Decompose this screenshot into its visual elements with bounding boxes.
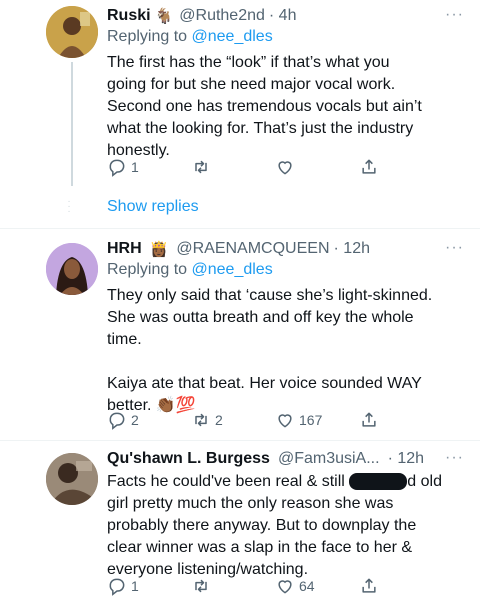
goat-emoji-icon: 🐐: [154, 8, 174, 25]
reply-icon: [109, 412, 125, 430]
handle[interactable]: @Fam3usiA...: [278, 450, 380, 468]
tweet-hrh[interactable]: HRH 👸🏾 @RAENAMCQUEEN · 12h ··· Replying …: [0, 229, 480, 439]
tweet-qushawn[interactable]: Qu'shawn L. Burgess @Fam3usiA... · 12h ·…: [0, 441, 480, 600]
tweet-text-line: probably there anyway. But to downplay t…: [107, 517, 417, 534]
avatar[interactable]: [46, 453, 98, 505]
like-button[interactable]: 167: [275, 410, 322, 430]
tweet-text-line: clear winner was a slap in the face to h…: [107, 539, 413, 556]
share-button[interactable]: [359, 157, 379, 177]
retweet-button[interactable]: 2: [191, 410, 223, 430]
redaction-mark: [349, 473, 408, 491]
like-button[interactable]: 64: [275, 576, 315, 596]
tweet-text-line: time.: [107, 331, 142, 348]
tweet-text-line: [107, 351, 454, 373]
display-name[interactable]: HRH: [107, 240, 142, 258]
reply-count: 1: [131, 159, 139, 175]
more-options-icon[interactable]: ···: [445, 239, 464, 257]
reply-button[interactable]: 1: [107, 576, 139, 596]
more-options-icon[interactable]: ···: [445, 449, 464, 467]
show-replies-link[interactable]: Show replies: [107, 198, 199, 216]
reply-icon: [109, 159, 125, 177]
avatar[interactable]: [46, 243, 98, 295]
timestamp[interactable]: · 12h: [334, 240, 370, 258]
tweet-text-line: going for but she need major vocal work.: [107, 76, 396, 93]
replying-to: Replying to @nee_dles: [107, 261, 273, 279]
reply-button[interactable]: 1: [107, 157, 139, 177]
tweet-text-line: girl pretty much the only reason she was: [107, 495, 394, 512]
replying-to-link[interactable]: @nee_dles: [192, 28, 273, 45]
tweet-text: They only said that ‘cause she’s light-s…: [107, 285, 454, 417]
display-name[interactable]: Qu'shawn L. Burgess: [107, 450, 270, 468]
share-icon: [362, 412, 376, 427]
more-options-icon[interactable]: ···: [445, 6, 464, 24]
retweet-count: 2: [215, 412, 223, 428]
retweet-icon: [195, 160, 207, 174]
retweet-icon: [195, 413, 207, 427]
retweet-button[interactable]: [191, 157, 211, 177]
share-icon: [362, 578, 376, 593]
replying-to-link[interactable]: @nee_dles: [192, 261, 273, 278]
like-count: 167: [299, 412, 323, 428]
tweet-text-line: what the looking for. That’s just the in…: [107, 120, 414, 137]
tweet-text-line: They only said that ‘cause she’s light-s…: [107, 287, 433, 304]
display-name[interactable]: Ruski: [107, 7, 151, 25]
tweet-text: The first has the “look” if that’s what …: [107, 52, 454, 162]
like-button[interactable]: [275, 157, 295, 177]
heart-icon: [278, 161, 292, 175]
tweet-text-line: Facts he could've been real & still d ol…: [107, 471, 450, 493]
timestamp[interactable]: · 4h: [269, 7, 297, 25]
princess-emoji-icon: 👸🏾: [149, 241, 169, 258]
tweet-text-segment: Facts he could've been real & still: [107, 473, 350, 490]
replying-to-label: Replying to: [107, 28, 192, 45]
reply-button[interactable]: 2: [107, 410, 139, 430]
tweet-text-line: Second one has tremendous vocals but ain…: [107, 98, 422, 115]
avatar-image: [46, 6, 98, 58]
thread-line: [71, 62, 73, 186]
retweet-icon: [195, 579, 207, 593]
reply-icon: [109, 578, 125, 596]
replying-to-label: Replying to: [107, 261, 192, 278]
avatar-image: [46, 243, 98, 295]
tweet-text-line: Kaiya ate that beat. Her voice sounded W…: [107, 375, 422, 392]
heart-icon: [278, 414, 292, 428]
like-count: 64: [299, 578, 315, 594]
avatar-image: [46, 453, 98, 505]
tweet-ruski[interactable]: Ruski 🐐 @Ruthe2nd · 4h ··· Replying to @…: [0, 0, 480, 228]
reply-count: 2: [131, 412, 139, 428]
share-button[interactable]: [359, 576, 379, 596]
thread-dots-icon: · · ·: [67, 196, 71, 217]
heart-icon: [278, 580, 292, 594]
tweet-header: HRH 👸🏾 @RAENAMCQUEEN · 12h: [107, 237, 466, 261]
retweet-button[interactable]: [191, 576, 211, 596]
replying-to: Replying to @nee_dles: [107, 28, 273, 46]
share-icon: [362, 159, 376, 174]
tweet-text-segment: d old: [407, 473, 442, 490]
share-button[interactable]: [359, 410, 379, 430]
handle[interactable]: @RAENAMCQUEEN: [176, 240, 329, 258]
avatar[interactable]: [46, 6, 98, 58]
tweet-header: Ruski 🐐 @Ruthe2nd · 4h: [107, 4, 466, 28]
reply-count: 1: [131, 578, 139, 594]
handle[interactable]: @Ruthe2nd: [179, 7, 265, 25]
timestamp[interactable]: · 12h: [388, 450, 424, 468]
tweet-text: Facts he could've been real & still d ol…: [107, 471, 450, 581]
tweet-text-line: She was outta breath and off key the who…: [107, 309, 414, 326]
tweet-text-line: The first has the “look” if that’s what …: [107, 54, 390, 71]
tweet-header: Qu'shawn L. Burgess @Fam3usiA... · 12h: [107, 447, 466, 471]
